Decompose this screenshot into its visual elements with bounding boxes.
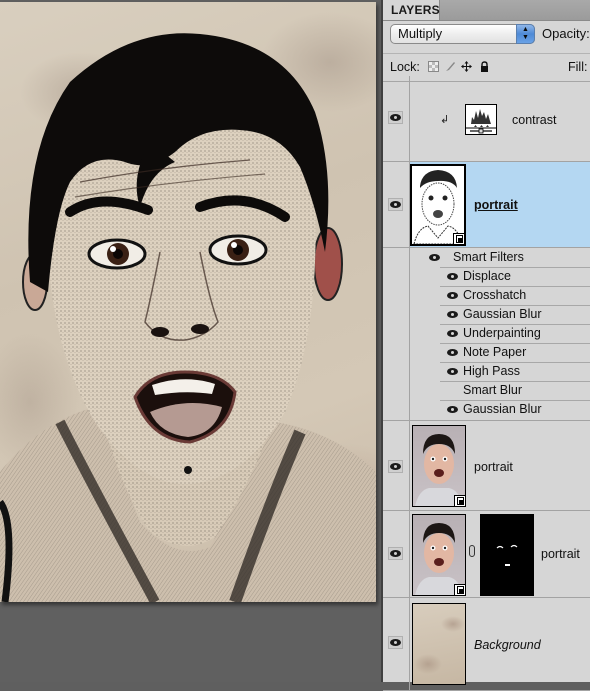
tab-layers[interactable]: LAYERS (383, 0, 440, 20)
eye-icon[interactable] (447, 273, 458, 280)
portrait-artwork (0, 33, 376, 602)
select-arrows-icon: ▲ ▼ (516, 24, 535, 44)
filter-name: Note Paper (463, 345, 527, 359)
smart-object-badge-icon (454, 495, 465, 506)
layer-row-portrait-selected[interactable]: portrait (383, 162, 590, 248)
smart-object-badge-icon (454, 584, 465, 595)
smart-filter-item-hidden[interactable]: Smart Blur (383, 381, 590, 400)
visibility-column (383, 162, 410, 247)
left-eye (87, 238, 147, 270)
layer-thumbnail[interactable] (412, 514, 466, 596)
filter-name: Underpainting (463, 326, 541, 340)
filter-name: Displace (463, 269, 511, 283)
row-divider (440, 381, 590, 382)
eye-icon[interactable] (429, 254, 440, 261)
visibility-toggle[interactable] (388, 198, 403, 211)
panel-tab-bar: LAYERS (383, 0, 590, 21)
row-divider (440, 362, 590, 363)
eye-icon[interactable] (447, 330, 458, 337)
blend-mode-row: Multiply ▲ ▼ Opacity: (383, 21, 590, 45)
layer-name[interactable]: portrait (474, 198, 518, 212)
smart-filters-header[interactable]: Smart Filters (383, 248, 590, 267)
row-divider (440, 343, 590, 344)
smart-filter-item[interactable]: High Pass (383, 362, 590, 381)
smart-filter-item[interactable]: Note Paper (383, 343, 590, 362)
smart-filter-item[interactable]: Underpainting (383, 324, 590, 343)
smart-filters-label: Smart Filters (453, 250, 524, 264)
blend-mode-select[interactable]: Multiply ▲ ▼ (390, 24, 535, 44)
visibility-column (383, 598, 410, 690)
row-divider (440, 286, 590, 287)
filter-name: Smart Blur (463, 383, 523, 397)
eye-icon (390, 114, 401, 121)
lock-position-icon[interactable] (461, 61, 472, 72)
filter-name: Crosshatch (463, 288, 527, 302)
document-workspace (0, 0, 381, 682)
fill-label: Fill: (568, 60, 588, 74)
eye-icon[interactable] (447, 292, 458, 299)
eye-icon[interactable] (447, 406, 458, 413)
layer-thumbnail[interactable] (410, 164, 466, 246)
filter-name: Gaussian Blur (463, 402, 542, 416)
lock-label: Lock: (390, 60, 420, 74)
layers-list: ↲ contrast portrait Smart Filters Displa… (383, 76, 590, 691)
eye-icon (390, 201, 401, 208)
lock-image-pixels-icon[interactable] (445, 61, 456, 72)
eye-icon[interactable] (447, 349, 458, 356)
row-divider (440, 324, 590, 325)
visibility-column (383, 421, 410, 510)
opacity-label: Opacity: (542, 26, 590, 41)
layer-mask-thumbnail[interactable] (480, 514, 534, 596)
layer-row-portrait[interactable]: portrait (383, 421, 590, 511)
smart-filters-list: Smart Filters Displace Crosshatch Gaussi… (383, 248, 590, 421)
smart-filter-item[interactable]: Crosshatch (383, 286, 590, 305)
smart-filter-item[interactable]: Displace (383, 267, 590, 286)
smart-filter-item[interactable]: Gaussian Blur (383, 305, 590, 324)
layer-name[interactable]: portrait (474, 460, 513, 474)
visibility-toggle[interactable] (388, 636, 403, 649)
clipping-mask-arrow-icon: ↲ (440, 114, 450, 126)
visibility-column (383, 511, 410, 597)
eye-icon (390, 463, 401, 470)
layer-name[interactable]: Background (474, 638, 541, 652)
layers-panel: LAYERS Multiply ▲▼ Opacity: Lock: Fill: (381, 0, 590, 691)
eye-icon (390, 550, 401, 557)
visibility-toggle[interactable] (388, 547, 403, 560)
mask-link-icon[interactable] (469, 545, 475, 557)
visibility-toggle[interactable] (388, 111, 403, 124)
row-divider (440, 267, 590, 268)
layer-thumbnail[interactable] (412, 425, 466, 507)
smart-object-badge-icon (453, 233, 464, 244)
eye-icon (390, 639, 401, 646)
right-eye (208, 234, 268, 266)
eye-icon[interactable] (447, 368, 458, 375)
row-divider (440, 400, 590, 401)
blend-mode-value: Multiply (398, 26, 443, 41)
lock-transparent-pixels-icon[interactable] (428, 61, 439, 72)
lock-all-icon[interactable] (479, 61, 490, 72)
filter-name: Gaussian Blur (463, 307, 542, 321)
layer-row-contrast[interactable]: ↲ contrast (383, 76, 590, 162)
smart-filter-item[interactable]: Gaussian Blur (383, 400, 590, 419)
layer-row-portrait-masked[interactable]: portrait (383, 511, 590, 598)
row-divider (440, 305, 590, 306)
layer-row-background[interactable]: Background (383, 598, 590, 691)
document-canvas[interactable] (0, 2, 376, 602)
eye-icon[interactable] (447, 311, 458, 318)
levels-adjustment-icon[interactable] (465, 104, 497, 135)
layer-name[interactable]: contrast (512, 113, 556, 127)
visibility-column (383, 76, 410, 161)
filter-name: High Pass (463, 364, 520, 378)
layer-name[interactable]: portrait (541, 547, 580, 561)
layer-thumbnail[interactable] (412, 603, 466, 685)
visibility-toggle[interactable] (388, 460, 403, 473)
